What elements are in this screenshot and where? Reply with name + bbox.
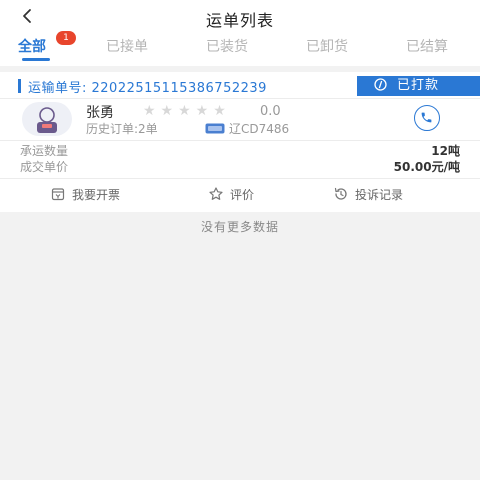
license-plate: 辽CD7486 bbox=[205, 120, 289, 137]
avatar bbox=[22, 102, 72, 136]
coin-icon bbox=[374, 78, 387, 91]
header-divider bbox=[0, 98, 480, 99]
phone-icon bbox=[421, 112, 432, 123]
order-card[interactable]: 运输单号: 2202251511538675223​9 已打款 张勇 ★★★★★… bbox=[0, 72, 480, 212]
complaint-record-label: 投诉记录 bbox=[355, 188, 404, 202]
actions-divider bbox=[0, 178, 480, 179]
call-driver-button[interactable] bbox=[414, 105, 440, 131]
order-accent-bar bbox=[18, 79, 21, 93]
tab-all-badge: 1 bbox=[56, 31, 76, 45]
rating-stars: ★★★★★ bbox=[143, 103, 231, 119]
order-history: 历史订单:2单 bbox=[86, 122, 158, 136]
complaint-record-icon bbox=[333, 186, 349, 202]
page-title: 运单列表 bbox=[205, 11, 274, 30]
payment-status-label: 已打款 bbox=[397, 78, 440, 93]
tab-unloaded[interactable]: 已卸货 bbox=[306, 36, 348, 62]
tab-all[interactable]: 全部 1 bbox=[18, 31, 76, 62]
order-number: 运输单号: 2202251511538675223​9 bbox=[28, 81, 267, 96]
payment-status-badge: 已打款 bbox=[357, 76, 480, 96]
unit-price-value: 50.00元/吨 bbox=[393, 160, 460, 174]
tab-accepted[interactable]: 已接单 bbox=[106, 36, 148, 62]
invoice-label: 我要开票 bbox=[72, 188, 121, 202]
tab-settled[interactable]: 已结算 bbox=[406, 36, 448, 62]
invoice-button[interactable]: 我要开票 bbox=[50, 186, 120, 204]
top-bar: 运单列表 全部 1 已接单 已装货 已卸货 已结算 bbox=[0, 0, 480, 66]
invoice-icon bbox=[50, 186, 66, 202]
review-button[interactable]: 评价 bbox=[208, 186, 254, 204]
complaint-record-button[interactable]: 投诉记录 bbox=[333, 186, 403, 204]
tab-all-label: 全部 bbox=[18, 39, 46, 55]
order-number-row: 运输单号: 2202251511538675223​9 bbox=[18, 77, 348, 96]
license-plate-number: 辽CD7486 bbox=[229, 122, 290, 136]
unit-price-label: 成交单价 bbox=[20, 160, 69, 174]
tab-loaded[interactable]: 已装货 bbox=[206, 36, 248, 62]
no-more-data-text: 没有更多数据 bbox=[200, 220, 279, 234]
tab-active-underline bbox=[22, 58, 50, 61]
driver-divider bbox=[0, 140, 480, 141]
review-icon bbox=[208, 186, 224, 202]
quantity-label: 承运数量 bbox=[20, 144, 69, 158]
status-tabs: 全部 1 已接单 已装货 已卸货 已结算 bbox=[0, 31, 480, 64]
driver-name: 张勇 bbox=[86, 105, 114, 121]
license-plate-icon bbox=[205, 123, 225, 134]
quantity-value: 12吨 bbox=[431, 144, 460, 158]
rating-score: 0.0 bbox=[260, 104, 281, 119]
review-label: 评价 bbox=[230, 188, 255, 202]
